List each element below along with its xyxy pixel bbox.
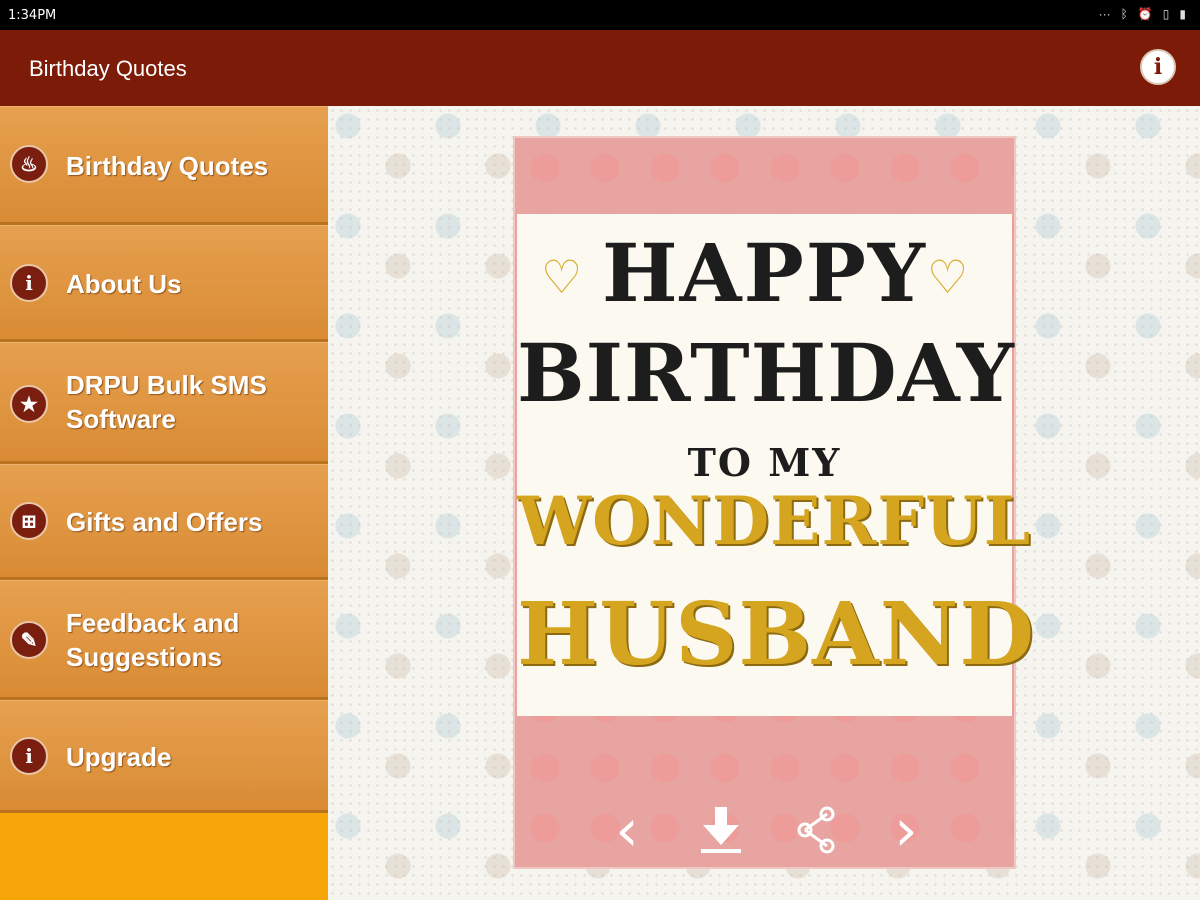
download-button[interactable] (695, 803, 747, 857)
app-bar: Birthday Quotes i (0, 30, 1200, 106)
previous-button[interactable]: ‹ (601, 796, 653, 864)
next-button[interactable]: › (880, 796, 932, 864)
drawer-item-label: Upgrade (66, 742, 172, 772)
drawer-item-drpu-bulk-sms[interactable]: ★ DRPU Bulk SMS Software (0, 342, 328, 464)
info-icon: i (10, 264, 48, 302)
card-controls: ‹ › (515, 796, 1014, 864)
card-line-to-my: TO MY (687, 440, 842, 485)
more-icon: ··· (1098, 7, 1111, 21)
drawer-item-label: About Us (66, 269, 182, 299)
bluetooth-icon: ᛒ (1120, 7, 1128, 21)
download-icon (701, 807, 741, 853)
card-image: ♡ ♡ HAPPY BIRTHDAY TO MY WONDERFUL HUSBA… (517, 214, 1035, 716)
drawer-item-upgrade[interactable]: i Upgrade (0, 700, 328, 813)
drawer-item-feedback[interactable]: ✎ Feedback and Suggestions (0, 580, 328, 700)
chevron-left-icon: ‹ (615, 796, 639, 864)
app-title: Birthday Quotes (29, 56, 187, 81)
greeting-card: ♡ ♡ HAPPY BIRTHDAY TO MY WONDERFUL HUSBA… (513, 136, 1035, 869)
card-line-wonderful: WONDERFUL (517, 482, 1032, 560)
info-icon: i (10, 737, 48, 775)
navigation-drawer: ♨ Birthday Quotes i About Us ★ DRPU Bulk… (0, 106, 328, 900)
chevron-right-icon: › (894, 796, 918, 864)
status-bar: 1:34PM ··· ᛒ ⏰ ▯ ▮ (0, 0, 1200, 30)
gift-icon: ⊞ (10, 502, 48, 540)
cake-icon: ♨ (10, 145, 48, 183)
drawer-item-label: Feedback and Suggestions (66, 608, 240, 672)
alarm-icon: ⏰ (1137, 7, 1153, 21)
drawer-item-label: Gifts and Offers (66, 507, 263, 537)
card-line-birthday: BIRTHDAY (517, 326, 1015, 420)
drawer-item-label: Birthday Quotes (66, 151, 269, 181)
drawer-item-birthday-quotes[interactable]: ♨ Birthday Quotes (0, 106, 328, 225)
drawer-item-label: DRPU Bulk SMS Software (66, 370, 267, 434)
info-icon: i (1153, 54, 1163, 80)
card-line-happy: HAPPY (601, 226, 928, 320)
drawer-item-about-us[interactable]: i About Us (0, 225, 328, 342)
card-line-husband: HUSBAND (517, 584, 1035, 685)
feedback-icon: ✎ (10, 621, 48, 659)
status-time: 1:34PM (8, 8, 57, 23)
info-button[interactable]: i (1140, 49, 1176, 85)
star-icon: ★ (10, 385, 48, 423)
share-button[interactable] (791, 803, 843, 857)
drawer-item-gifts-offers[interactable]: ⊞ Gifts and Offers (0, 464, 328, 580)
share-icon (797, 806, 835, 854)
status-icons: ··· ᛒ ⏰ ▯ ▮ (1099, 7, 1186, 21)
lock-icon: ▯ (1162, 7, 1170, 21)
battery-icon: ▮ (1179, 7, 1186, 21)
